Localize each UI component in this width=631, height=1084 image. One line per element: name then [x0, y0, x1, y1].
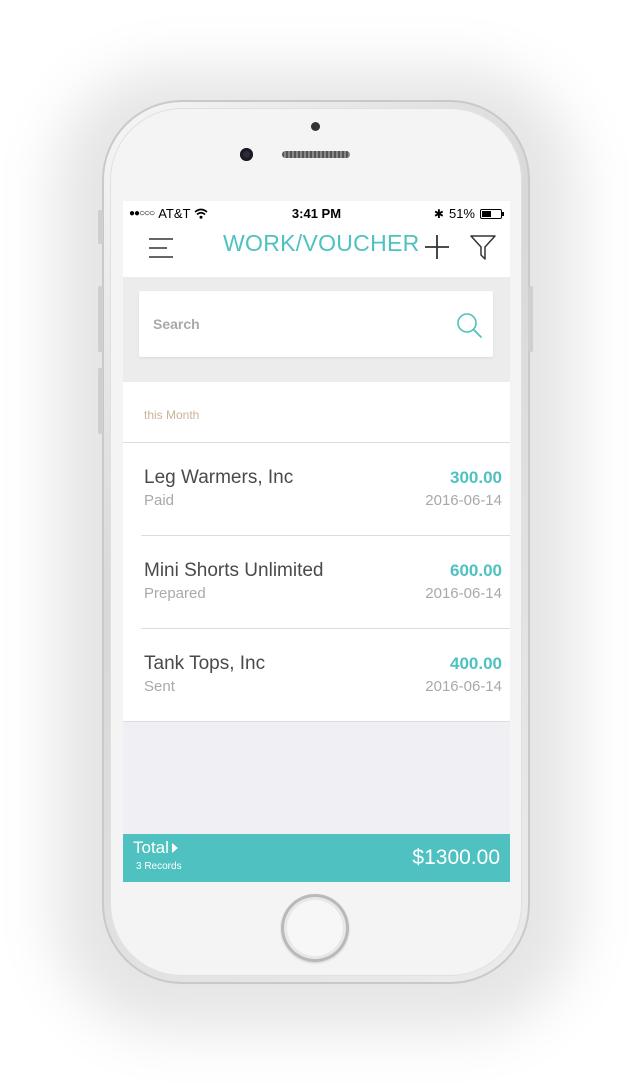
- item-amount: 400.00: [450, 654, 502, 673]
- total-label-text: Total: [133, 838, 169, 857]
- home-button[interactable]: [281, 894, 349, 962]
- list-item[interactable]: Leg Warmers, Inc Paid 300.00 2016-06-14: [123, 443, 510, 536]
- app-screen: ●●○○○ AT&T 3:41 PM ✱ 51% WORK/VOUCHER Se…: [123, 201, 510, 882]
- item-date: 2016-06-14: [425, 678, 502, 695]
- plus-icon[interactable]: [423, 233, 451, 261]
- proximity-sensor: [311, 122, 320, 131]
- hamburger-menu-icon[interactable]: [147, 235, 175, 261]
- voucher-list: this Month Leg Warmers, Inc Paid 300.00 …: [123, 382, 510, 722]
- item-name: Leg Warmers, Inc: [144, 467, 294, 488]
- nav-bar: WORK/VOUCHER: [123, 225, 510, 277]
- play-arrow-icon: [171, 843, 178, 853]
- battery-icon: [480, 208, 504, 219]
- status-bar: ●●○○○ AT&T 3:41 PM ✱ 51%: [123, 201, 510, 225]
- power-button: [528, 286, 533, 352]
- search-input[interactable]: [151, 311, 435, 337]
- page-title: WORK/VOUCHER: [223, 230, 420, 256]
- battery-percent: 51%: [448, 206, 475, 221]
- status-right: ✱ 51%: [433, 206, 504, 221]
- search-box: [139, 291, 493, 357]
- section-header: this Month: [144, 408, 200, 422]
- bluetooth-icon: ✱: [433, 206, 444, 221]
- mute-switch: [98, 210, 103, 244]
- battery-level: [482, 210, 492, 217]
- item-status: Sent: [144, 678, 175, 695]
- volume-up-button: [98, 286, 103, 352]
- empty-area: [123, 722, 510, 834]
- item-name: Tank Tops, Inc: [144, 653, 266, 674]
- total-records: 3 Records: [136, 861, 182, 872]
- earpiece-speaker: [282, 151, 350, 158]
- item-date: 2016-06-14: [425, 492, 502, 509]
- item-status: Prepared: [144, 585, 206, 602]
- list-item[interactable]: Tank Tops, Inc Sent 400.00 2016-06-14: [123, 629, 510, 722]
- funnel-filter-icon[interactable]: [469, 233, 497, 261]
- search-icon[interactable]: [455, 311, 483, 339]
- item-status: Paid: [144, 492, 175, 509]
- total-label: Total: [133, 838, 178, 858]
- total-amount: $1300.00: [412, 846, 500, 869]
- item-name: Mini Shorts Unlimited: [144, 560, 324, 581]
- total-bar[interactable]: Total 3 Records $1300.00: [123, 834, 510, 882]
- item-date: 2016-06-14: [425, 585, 502, 602]
- search-area: [123, 277, 510, 382]
- item-amount: 600.00: [450, 561, 502, 580]
- volume-down-button: [98, 368, 103, 434]
- list-item[interactable]: Mini Shorts Unlimited Prepared 600.00 20…: [123, 536, 510, 629]
- front-camera: [240, 148, 253, 161]
- item-amount: 300.00: [450, 468, 502, 487]
